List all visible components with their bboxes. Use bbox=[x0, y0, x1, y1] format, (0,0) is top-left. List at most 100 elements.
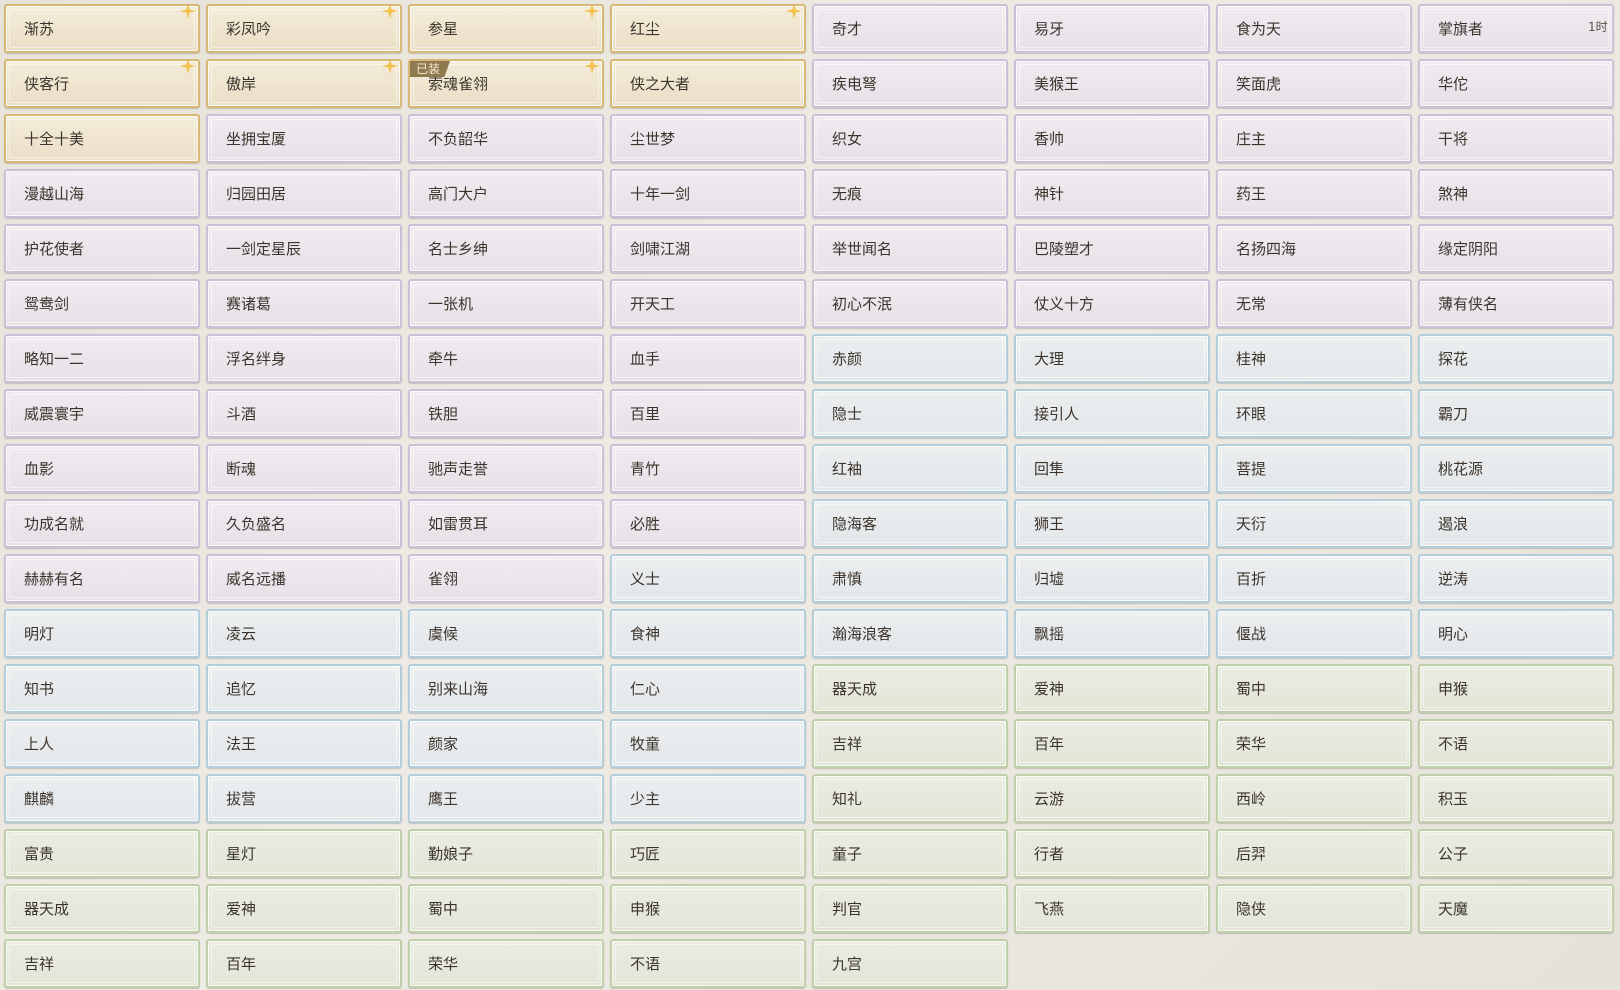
title-tile[interactable]: 肃慎 bbox=[812, 554, 1008, 603]
title-tile[interactable]: 食神 bbox=[610, 609, 806, 658]
title-tile[interactable]: 织女 bbox=[812, 114, 1008, 163]
title-tile[interactable]: 香帅 bbox=[1014, 114, 1210, 163]
title-tile[interactable]: 童子 bbox=[812, 829, 1008, 878]
title-tile[interactable]: 别来山海 bbox=[408, 664, 604, 713]
title-tile[interactable]: 麒麟 bbox=[4, 774, 200, 823]
title-tile[interactable]: 如雷贯耳 bbox=[408, 499, 604, 548]
title-tile[interactable]: 吉祥 bbox=[812, 719, 1008, 768]
title-tile[interactable]: 天衍 bbox=[1216, 499, 1412, 548]
title-tile[interactable]: 坐拥宝厦 bbox=[206, 114, 402, 163]
title-tile[interactable]: 赫赫有名 bbox=[4, 554, 200, 603]
title-tile[interactable]: 名士乡绅 bbox=[408, 224, 604, 273]
title-tile[interactable]: 浮名绊身 bbox=[206, 334, 402, 383]
title-tile[interactable]: 十全十美 bbox=[4, 114, 200, 163]
title-tile[interactable]: 追忆 bbox=[206, 664, 402, 713]
title-tile[interactable]: 蜀中 bbox=[1216, 664, 1412, 713]
title-tile[interactable]: 一张机 bbox=[408, 279, 604, 328]
title-tile[interactable]: 索魂雀翎 已装 bbox=[408, 59, 604, 108]
title-tile[interactable]: 不负韶华 bbox=[408, 114, 604, 163]
title-tile[interactable]: 行者 bbox=[1014, 829, 1210, 878]
title-tile[interactable]: 飞燕 bbox=[1014, 884, 1210, 933]
title-tile[interactable]: 侠之大者 bbox=[610, 59, 806, 108]
title-tile[interactable]: 功成名就 bbox=[4, 499, 200, 548]
title-tile[interactable]: 仗义十方 bbox=[1014, 279, 1210, 328]
title-tile[interactable]: 明心 bbox=[1418, 609, 1614, 658]
title-tile[interactable]: 百里 bbox=[610, 389, 806, 438]
title-tile[interactable]: 十年一剑 bbox=[610, 169, 806, 218]
title-tile[interactable]: 狮王 bbox=[1014, 499, 1210, 548]
title-tile[interactable]: 煞神 bbox=[1418, 169, 1614, 218]
title-tile[interactable]: 云游 bbox=[1014, 774, 1210, 823]
title-tile[interactable]: 荣华 bbox=[1216, 719, 1412, 768]
title-tile[interactable]: 桂神 bbox=[1216, 334, 1412, 383]
title-tile[interactable]: 蜀中 bbox=[408, 884, 604, 933]
title-tile[interactable]: 法王 bbox=[206, 719, 402, 768]
title-tile[interactable]: 渐苏 bbox=[4, 4, 200, 53]
title-tile[interactable]: 环眼 bbox=[1216, 389, 1412, 438]
title-tile[interactable]: 雀翎 bbox=[408, 554, 604, 603]
title-tile[interactable]: 器天成 bbox=[812, 664, 1008, 713]
title-tile[interactable]: 申猴 bbox=[1418, 664, 1614, 713]
title-tile[interactable]: 青竹 bbox=[610, 444, 806, 493]
title-tile[interactable]: 富贵 bbox=[4, 829, 200, 878]
title-tile[interactable]: 漫越山海 bbox=[4, 169, 200, 218]
title-tile[interactable]: 积玉 bbox=[1418, 774, 1614, 823]
title-tile[interactable]: 大理 bbox=[1014, 334, 1210, 383]
title-tile[interactable]: 上人 bbox=[4, 719, 200, 768]
title-tile[interactable]: 知书 bbox=[4, 664, 200, 713]
title-tile[interactable]: 彩凤吟 bbox=[206, 4, 402, 53]
title-tile[interactable]: 天魔 bbox=[1418, 884, 1614, 933]
title-tile[interactable]: 不语 bbox=[1418, 719, 1614, 768]
title-tile[interactable]: 牧童 bbox=[610, 719, 806, 768]
title-tile[interactable]: 巴陵塑才 bbox=[1014, 224, 1210, 273]
title-tile[interactable]: 百年 bbox=[1014, 719, 1210, 768]
title-tile[interactable]: 必胜 bbox=[610, 499, 806, 548]
title-tile[interactable]: 断魂 bbox=[206, 444, 402, 493]
title-tile[interactable]: 九宫 bbox=[812, 939, 1008, 988]
title-tile[interactable]: 瀚海浪客 bbox=[812, 609, 1008, 658]
title-tile[interactable]: 笑面虎 bbox=[1216, 59, 1412, 108]
title-tile[interactable]: 久负盛名 bbox=[206, 499, 402, 548]
title-tile[interactable]: 庄主 bbox=[1216, 114, 1412, 163]
title-tile[interactable]: 神针 bbox=[1014, 169, 1210, 218]
title-tile[interactable]: 接引人 bbox=[1014, 389, 1210, 438]
title-tile[interactable]: 剑啸江湖 bbox=[610, 224, 806, 273]
title-tile[interactable]: 参星 bbox=[408, 4, 604, 53]
title-tile[interactable]: 疾电弩 bbox=[812, 59, 1008, 108]
title-tile[interactable]: 隐海客 bbox=[812, 499, 1008, 548]
title-tile[interactable]: 勤娘子 bbox=[408, 829, 604, 878]
title-tile[interactable]: 举世闻名 bbox=[812, 224, 1008, 273]
title-tile[interactable]: 百年 bbox=[206, 939, 402, 988]
title-tile[interactable]: 薄有侠名 bbox=[1418, 279, 1614, 328]
title-tile[interactable]: 霸刀 bbox=[1418, 389, 1614, 438]
title-tile[interactable]: 器天成 bbox=[4, 884, 200, 933]
title-tile[interactable]: 食为天 bbox=[1216, 4, 1412, 53]
title-tile[interactable]: 华佗 bbox=[1418, 59, 1614, 108]
title-tile[interactable]: 隐侠 bbox=[1216, 884, 1412, 933]
title-tile[interactable]: 归墟 bbox=[1014, 554, 1210, 603]
title-tile[interactable]: 西岭 bbox=[1216, 774, 1412, 823]
title-tile[interactable]: 不语 bbox=[610, 939, 806, 988]
title-tile[interactable]: 虞候 bbox=[408, 609, 604, 658]
title-tile[interactable]: 缘定阴阳 bbox=[1418, 224, 1614, 273]
title-tile[interactable]: 一剑定星辰 bbox=[206, 224, 402, 273]
title-tile[interactable]: 美猴王 bbox=[1014, 59, 1210, 108]
title-tile[interactable]: 血手 bbox=[610, 334, 806, 383]
title-tile[interactable]: 血影 bbox=[4, 444, 200, 493]
title-tile[interactable]: 鹰王 bbox=[408, 774, 604, 823]
title-tile[interactable]: 桃花源 bbox=[1418, 444, 1614, 493]
title-tile[interactable]: 易牙 bbox=[1014, 4, 1210, 53]
title-tile[interactable]: 明灯 bbox=[4, 609, 200, 658]
title-tile[interactable]: 申猴 bbox=[610, 884, 806, 933]
title-tile[interactable]: 凌云 bbox=[206, 609, 402, 658]
title-tile[interactable]: 药王 bbox=[1216, 169, 1412, 218]
title-tile[interactable]: 开天工 bbox=[610, 279, 806, 328]
title-tile[interactable]: 遏浪 bbox=[1418, 499, 1614, 548]
title-tile[interactable]: 干将 bbox=[1418, 114, 1614, 163]
title-tile[interactable]: 赛诸葛 bbox=[206, 279, 402, 328]
title-tile[interactable]: 赤颜 bbox=[812, 334, 1008, 383]
title-tile[interactable]: 隐士 bbox=[812, 389, 1008, 438]
title-tile[interactable]: 公子 bbox=[1418, 829, 1614, 878]
title-tile[interactable]: 逆涛 bbox=[1418, 554, 1614, 603]
title-tile[interactable]: 百折 bbox=[1216, 554, 1412, 603]
